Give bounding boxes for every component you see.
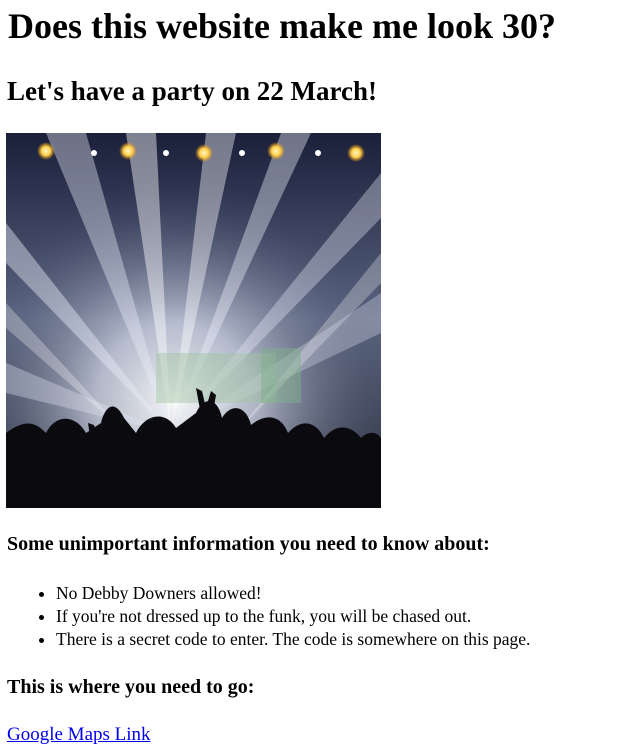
list-item: No Debby Downers allowed! [56,582,530,605]
list-item: If you're not dressed up to the funk, yo… [56,605,530,628]
page: Does this website make me look 30? Let's… [0,0,628,745]
concert-photo-graphic [6,133,381,508]
page-subtitle: Let's have a party on 22 March! [7,76,377,106]
directions-heading: This is where you need to go: [7,676,255,698]
list-item: There is a secret code to enter. The cod… [56,628,530,651]
info-list: No Debby Downers allowed! If you're not … [16,582,530,651]
google-maps-link[interactable]: Google Maps Link [7,724,151,746]
concert-image [6,133,381,508]
page-title: Does this website make me look 30? [8,6,556,46]
info-heading: Some unimportant information you need to… [7,533,490,555]
